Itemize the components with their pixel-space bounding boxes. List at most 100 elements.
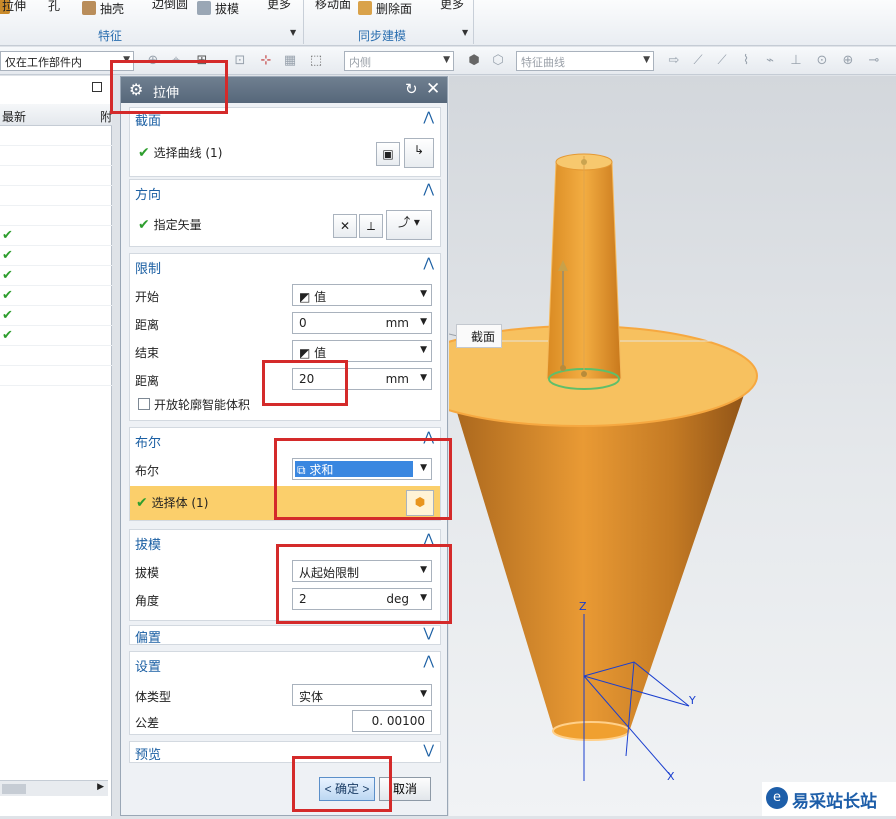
curve-rule-combo[interactable]: 特征曲线 ▼ (516, 51, 654, 71)
boolean-title[interactable]: 布尔 (135, 432, 161, 451)
chevron-down-icon[interactable]: ⋁ (423, 743, 434, 758)
chevron-up-icon[interactable]: ⋀ (423, 654, 434, 669)
annotation-boolean (274, 438, 452, 520)
draft-icon[interactable] (197, 1, 211, 15)
tolerance-input[interactable]: 0. 00100 (352, 710, 432, 732)
horizontal-scrollbar[interactable]: ▶ (0, 780, 108, 796)
select-body-text: 选择体 (1) (151, 496, 209, 510)
list-item[interactable]: ✔ (0, 306, 112, 326)
chevron-down-icon[interactable]: ▼ (462, 28, 468, 37)
line-icon[interactable]: ⟋ (690, 53, 706, 69)
move-face-tool[interactable]: 移动面 (315, 0, 351, 12)
end-distance-unit: mm (385, 372, 409, 386)
draft-tool[interactable]: 拔模 (215, 0, 239, 17)
chevron-down-icon[interactable]: ▼ (290, 28, 296, 37)
list-item[interactable] (0, 126, 112, 146)
circle-center-icon[interactable]: ⊙ (814, 53, 830, 69)
delete-face-tool[interactable]: 删除面 (376, 0, 412, 17)
center-handle[interactable] (581, 371, 587, 377)
chevron-right-icon[interactable]: ▶ (97, 782, 104, 792)
arrow-right-icon[interactable]: ⇨ (666, 53, 682, 69)
reverse-direction-button[interactable]: ✕ (333, 214, 357, 238)
marquee-icon[interactable]: ⬚ (308, 53, 324, 69)
drag-handle[interactable] (581, 159, 587, 165)
start-label: 开始 (135, 290, 160, 304)
offset-title[interactable]: 偏置 (135, 627, 161, 646)
quadrant-icon[interactable]: ⊕ (840, 53, 856, 69)
scrollbar-thumb[interactable] (2, 784, 26, 794)
open-profile-checkbox[interactable] (138, 398, 150, 410)
settings-group: 设置 ⋀ 体类型 实体 ▼ 公差 0. 00100 (129, 651, 441, 735)
start-distance-input[interactable]: 0 mm ▼ (292, 312, 432, 334)
shell-tool[interactable]: 抽壳 (100, 0, 124, 17)
vector-dialog-button[interactable]: ⟂ (359, 214, 383, 238)
end-type-select[interactable]: ◩ 值 ▼ (292, 340, 432, 362)
end-label: 结束 (135, 346, 160, 360)
chevron-down-icon: ▼ (420, 689, 427, 699)
preview-group[interactable]: 预览 ⋁ (129, 741, 441, 763)
spline-icon[interactable]: ⌁ (762, 53, 778, 69)
list-item[interactable]: ✔ (0, 246, 112, 266)
direction-title[interactable]: 方向 (135, 184, 161, 203)
settings-title[interactable]: 设置 (135, 656, 161, 675)
intersection-icon[interactable]: ⊥ (788, 53, 804, 69)
chevron-up-icon[interactable]: ⋀ (423, 256, 434, 271)
face-rule-combo[interactable]: 内侧 ▼ (344, 51, 454, 71)
list-item[interactable] (0, 366, 112, 386)
specify-vector-label[interactable]: ✔ 指定矢量 (138, 216, 202, 233)
sketch-section-button[interactable]: ▣ (376, 142, 400, 166)
maximize-icon[interactable] (92, 82, 102, 92)
list-item[interactable] (0, 146, 112, 166)
chevron-down-icon[interactable]: ⋁ (423, 626, 434, 641)
close-icon[interactable]: ✕ (426, 79, 440, 99)
open-profile-label[interactable]: 开放轮廓智能体积 (154, 396, 250, 413)
shell-icon[interactable] (82, 1, 96, 15)
list-item[interactable] (0, 186, 112, 206)
preview-title[interactable]: 预览 (135, 744, 161, 763)
cone-tip-face[interactable] (552, 721, 630, 741)
group-label-features: 特征 (98, 29, 123, 43)
draft-title[interactable]: 拔模 (135, 534, 161, 553)
check-icon: ✔ (2, 268, 13, 283)
end-point-icon[interactable]: ⊸ (866, 53, 882, 69)
section-tag[interactable]: 截面 (456, 324, 502, 348)
edge-blend-tool[interactable]: 边倒圆 (152, 0, 188, 12)
annotation-ok-button (292, 756, 392, 812)
body-type-select[interactable]: 实体 ▼ (292, 684, 432, 706)
ref-point-icon[interactable]: ⊹ (258, 53, 274, 69)
z-axis-label: Z (579, 600, 587, 613)
select-curve-label[interactable]: ✔ 选择曲线 (1) (138, 144, 222, 161)
select-all-icon[interactable]: ⊡ (232, 53, 248, 69)
chevron-up-icon[interactable]: ⋀ (423, 110, 434, 125)
grid-icon[interactable]: ▦ (282, 53, 298, 69)
arrow-origin-handle[interactable] (560, 365, 566, 371)
list-item[interactable] (0, 206, 112, 226)
list-item[interactable]: ✔ (0, 286, 112, 306)
list-item[interactable]: ✔ (0, 266, 112, 286)
column-latest[interactable]: 最新 (2, 108, 26, 125)
line-icon-2[interactable]: ⟋ (714, 53, 730, 69)
vector-type-dropdown[interactable]: ⤴ ▾ (386, 210, 432, 240)
list-item[interactable] (0, 166, 112, 186)
limits-title[interactable]: 限制 (135, 258, 161, 277)
delete-face-icon[interactable] (358, 1, 372, 15)
curve-select-button[interactable]: ↳ (404, 138, 434, 168)
list-item[interactable] (0, 346, 112, 366)
list-item[interactable]: ✔ (0, 326, 112, 346)
start-type-select[interactable]: ◩ 值 ▼ (292, 284, 432, 306)
reset-icon[interactable]: ↻ (405, 80, 418, 98)
group-divider (303, 0, 304, 44)
extrude-tool[interactable]: 拉伸 (2, 0, 26, 14)
chevron-up-icon[interactable]: ⋀ (423, 182, 434, 197)
annotation-draft (276, 544, 452, 624)
offset-group[interactable]: 偏置 ⋁ (129, 625, 441, 646)
hole-tool[interactable]: 孔 (48, 0, 60, 14)
more-tool-2[interactable]: 更多 (440, 0, 464, 12)
graphics-viewport[interactable]: 截面 Z Y X (400, 76, 896, 816)
list-item[interactable]: ✔ (0, 226, 112, 246)
curve-icon[interactable]: ⌇ (738, 53, 754, 69)
more-tool[interactable]: 更多 (267, 0, 291, 12)
body-select-icon[interactable]: ⬢ (466, 53, 482, 69)
start-distance-unit: mm (385, 316, 409, 330)
solid-select-icon[interactable]: ⬡ (490, 53, 506, 69)
